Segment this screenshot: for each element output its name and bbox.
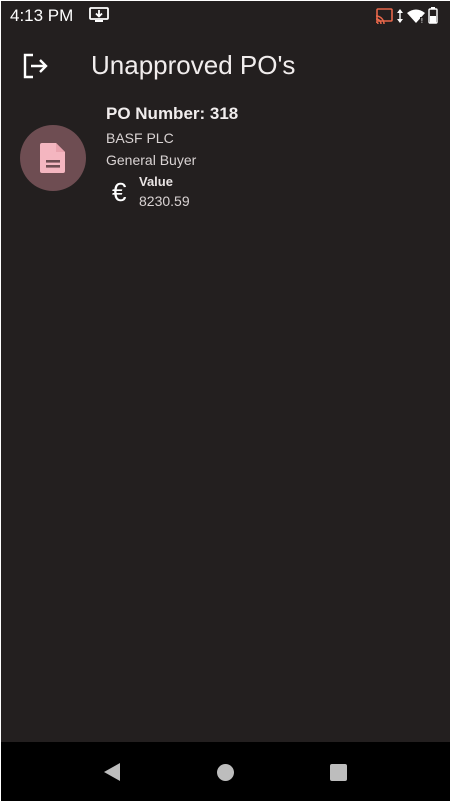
supplier-name: BASF PLC bbox=[106, 130, 174, 146]
cast-icon bbox=[375, 7, 393, 29]
value-label: Value bbox=[139, 174, 173, 189]
list-item[interactable]: PO Number: 318 BASF PLC General Buyer € … bbox=[1, 97, 450, 217]
download-icon bbox=[89, 7, 109, 28]
document-icon bbox=[40, 143, 65, 173]
wifi-icon: ! bbox=[407, 8, 425, 29]
app-bar: Unapproved PO's bbox=[1, 31, 450, 97]
logout-icon[interactable] bbox=[22, 53, 50, 79]
status-time: 4:13 PM bbox=[10, 6, 74, 25]
status-icons: ! bbox=[375, 7, 438, 29]
svg-text:!: ! bbox=[421, 17, 424, 24]
euro-icon: € bbox=[112, 177, 127, 207]
po-avatar bbox=[20, 125, 86, 191]
back-icon[interactable] bbox=[102, 762, 122, 787]
buyer-name: General Buyer bbox=[106, 152, 197, 168]
value-amount: 8230.59 bbox=[139, 193, 190, 209]
nav-bar bbox=[1, 742, 450, 801]
recents-icon[interactable] bbox=[330, 764, 347, 781]
home-icon[interactable] bbox=[217, 764, 234, 781]
phone-screen: 4:13 PM ! Unapproved PO's PO Number: 318… bbox=[1, 1, 450, 801]
status-bar: 4:13 PM ! bbox=[1, 1, 450, 31]
po-number: PO Number: 318 bbox=[106, 104, 239, 123]
page-title: Unapproved PO's bbox=[91, 50, 296, 80]
po-list: PO Number: 318 BASF PLC General Buyer € … bbox=[1, 97, 450, 217]
data-arrows-icon bbox=[396, 8, 404, 29]
battery-icon bbox=[428, 7, 438, 29]
